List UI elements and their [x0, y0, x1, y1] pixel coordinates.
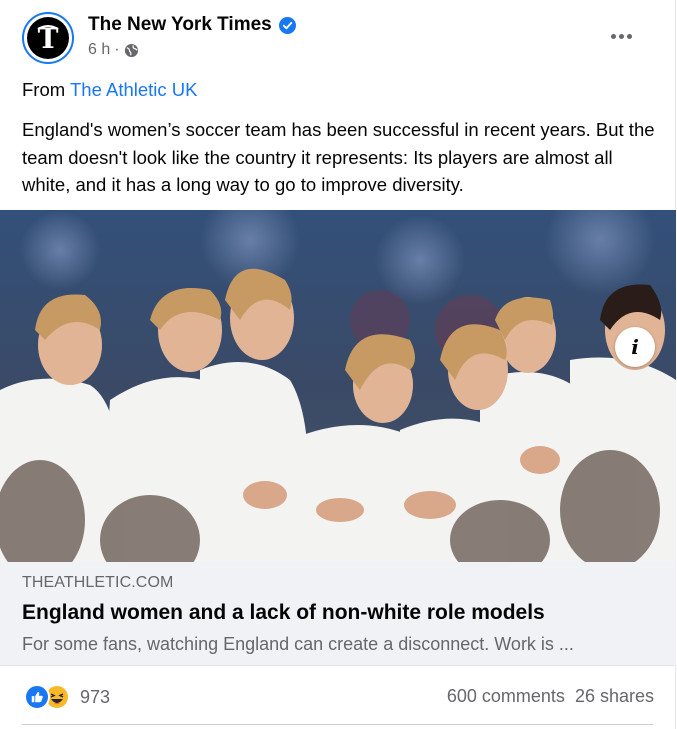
post-card: T The New York Times 6 h · From The Athl… [0, 0, 676, 729]
reaction-count[interactable]: 973 [80, 687, 110, 708]
reactions-summary[interactable]: 973 [24, 684, 110, 710]
meta-separator: · [114, 41, 120, 58]
more-options-icon[interactable] [601, 22, 641, 50]
nyt-logo: T [27, 17, 69, 59]
info-icon[interactable]: i [615, 327, 655, 367]
link-description: For some fans, watching England can crea… [22, 634, 574, 654]
from-prefix: From [22, 79, 66, 100]
comments-count[interactable]: 600 comments [447, 686, 565, 707]
link-domain: THEATHLETIC.COM [22, 574, 174, 591]
from-attribution: From The Athletic UK [22, 79, 198, 101]
post-time[interactable]: 6 h [88, 41, 110, 59]
post-text: England's women’s soccer team has been s… [22, 119, 655, 195]
post-footer: 973 600 comments 26 shares [0, 666, 676, 726]
like-reaction-icon [24, 684, 50, 710]
globe-icon[interactable] [124, 43, 139, 58]
post-header: T The New York Times 6 h · [22, 12, 655, 64]
engagement-counts: 600 comments 26 shares [447, 686, 654, 707]
page-avatar[interactable]: T [22, 12, 74, 64]
link-title[interactable]: England women and a lack of non-white ro… [22, 601, 545, 625]
link-preview[interactable]: THEATHLETIC.COM England women and a lack… [0, 562, 676, 666]
shares-count[interactable]: 26 shares [575, 686, 654, 707]
page-name[interactable]: The New York Times [88, 14, 296, 36]
post-meta: 6 h · [88, 41, 139, 59]
page-name-text[interactable]: The New York Times [88, 14, 272, 36]
verified-badge-icon [278, 16, 296, 34]
info-glyph: i [631, 335, 639, 359]
footer-divider [22, 724, 653, 725]
from-source-link[interactable]: The Athletic UK [70, 79, 198, 100]
link-preview-image[interactable] [0, 210, 676, 562]
